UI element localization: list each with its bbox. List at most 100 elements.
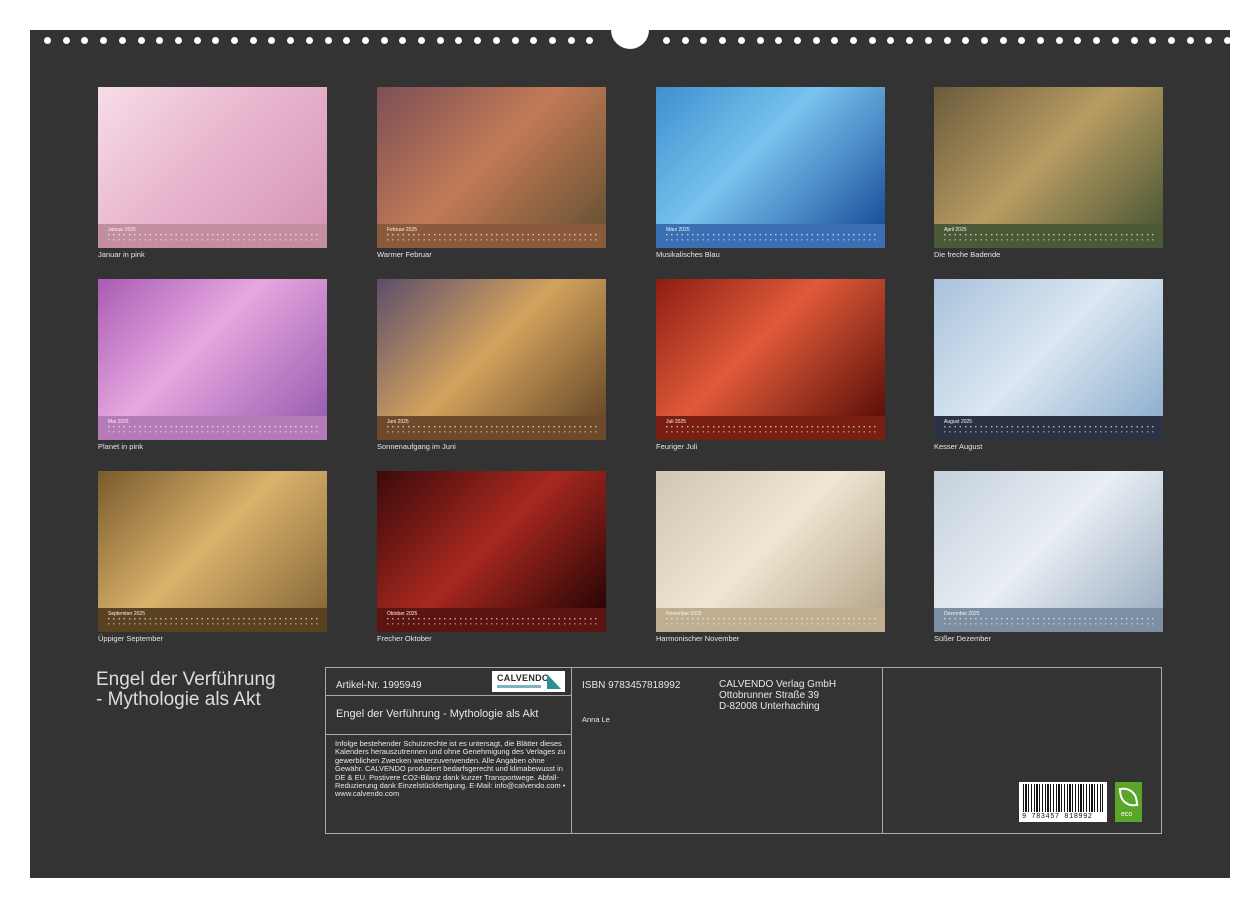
binding-hole	[681, 37, 689, 44]
binding-hole	[1111, 37, 1119, 44]
divider	[326, 695, 572, 696]
binding-hole	[118, 37, 126, 44]
binding-hole	[287, 37, 295, 44]
binding-hole	[775, 37, 783, 44]
month-caption: Warmer Februar	[377, 250, 432, 259]
month-caption: Sonnenaufgang im Juni	[377, 442, 456, 451]
binding-hole	[1130, 37, 1138, 44]
eco-label: eco	[1121, 811, 1133, 818]
month-photo	[656, 87, 885, 224]
month-thumbnail: Juli 2025 Feuriger Juli	[656, 279, 885, 451]
divider	[571, 668, 572, 833]
binding-hole	[1074, 37, 1082, 44]
binding-hole	[700, 37, 708, 44]
binding-hole	[474, 37, 482, 44]
binding-hole	[212, 37, 220, 44]
day-grid	[108, 617, 319, 628]
binding-hole	[1055, 37, 1063, 44]
binding-hole	[906, 37, 914, 44]
day-grid	[387, 425, 598, 436]
binding-hole	[361, 37, 369, 44]
binding-hole	[1186, 37, 1194, 44]
month-photo	[656, 471, 885, 608]
month-calendar-strip: Februar 2025	[377, 224, 606, 248]
month-photo	[934, 87, 1163, 224]
month-calendar-strip: Oktober 2025	[377, 608, 606, 632]
month-caption: Planet in pink	[98, 442, 144, 451]
binding-hole	[1224, 37, 1231, 44]
month-thumbnail: November 2025 Harmonischer November	[656, 471, 885, 643]
day-grid	[666, 233, 877, 244]
binding-hole	[380, 37, 388, 44]
binding-hole	[455, 37, 463, 44]
binding-hole	[1018, 37, 1026, 44]
eco-badge: eco	[1115, 782, 1142, 822]
publisher-street: Ottobrunner Straße 39	[719, 690, 820, 701]
binding-hole	[868, 37, 876, 44]
month-caption: Die freche Badende	[934, 250, 1001, 259]
month-photo	[377, 87, 606, 224]
binding-hole	[1149, 37, 1157, 44]
publisher-city: D-82008 Unterhaching	[719, 701, 820, 712]
binding-hole	[156, 37, 164, 44]
barcode-number: 9 783457 818992	[1022, 813, 1093, 821]
binding-hole	[1037, 37, 1044, 44]
month-thumbnail: August 2025 Kesser August	[934, 279, 1163, 451]
binding-hole	[924, 37, 932, 44]
month-calendar-strip: April 2025	[934, 224, 1163, 248]
binding-hole	[343, 37, 351, 44]
title-line-1: Engel der Verführung	[96, 669, 276, 690]
month-photo	[934, 471, 1163, 608]
month-thumbnail: Oktober 2025 Frecher Oktober	[377, 471, 606, 643]
month-calendar-strip: August 2025	[934, 416, 1163, 440]
divider	[882, 668, 883, 833]
binding-hole	[586, 37, 594, 44]
binding-hole	[737, 37, 745, 44]
month-caption: Januar in pink	[98, 250, 145, 259]
month-photo	[934, 279, 1163, 416]
month-photo	[377, 279, 606, 416]
month-photo	[98, 471, 327, 608]
divider	[326, 734, 572, 735]
month-thumbnail: Juni 2025 Sonnenaufgang im Juni	[377, 279, 606, 451]
binding-hole	[1093, 37, 1101, 44]
binding-hole	[174, 37, 182, 44]
month-caption: Feuriger Juli	[656, 442, 698, 451]
binding-hole	[305, 37, 313, 44]
isbn: ISBN 9783457818992	[582, 680, 681, 691]
binding-hole	[887, 37, 895, 44]
author-name: Anna Le	[582, 715, 610, 724]
calendar-title: Engel der Verführung - Mythologie als Ak…	[96, 670, 336, 710]
publisher-address: CALVENDO Verlag GmbH Ottobrunner Straße …	[719, 679, 836, 712]
month-thumbnail: Dezember 2025 Süßer Dezember	[934, 471, 1163, 643]
month-calendar-strip: September 2025	[98, 608, 327, 632]
day-grid	[387, 233, 598, 244]
binding-hole	[193, 37, 201, 44]
month-caption: Frecher Oktober	[377, 634, 432, 643]
day-grid	[387, 617, 598, 628]
binding-hole	[812, 37, 820, 44]
month-caption: Harmonischer November	[656, 634, 740, 643]
month-calendar-strip: Juli 2025	[656, 416, 885, 440]
month-thumbnail: September 2025 Üppiger September	[98, 471, 327, 643]
month-thumbnail: Januar 2025 Januar in pink	[98, 87, 327, 259]
month-thumbnail: März 2025 Musikalisches Blau	[656, 87, 885, 259]
day-grid	[666, 425, 877, 436]
logo-wordmark: CALVENDO	[497, 673, 550, 683]
info-panel: Artikel-Nr. 1995949 CALVENDO Engel der V…	[325, 667, 1162, 834]
month-thumbnail: Februar 2025 Warmer Februar	[377, 87, 606, 259]
day-grid	[108, 233, 319, 244]
title-line-2: - Mythologie als Akt	[96, 689, 261, 710]
month-caption: Musikalisches Blau	[656, 250, 720, 259]
product-title: Engel der Verführung - Mythologie als Ak…	[336, 708, 539, 720]
month-caption: Süßer Dezember	[934, 634, 992, 643]
month-thumbnail: Mai 2025 Planet in pink	[98, 279, 327, 451]
binding-hole	[756, 37, 764, 44]
binding-hole	[100, 37, 108, 44]
binding-hole	[399, 37, 407, 44]
publisher-name: CALVENDO Verlag GmbH	[719, 679, 837, 690]
binding-hole	[324, 37, 332, 44]
binding-hole	[793, 37, 801, 44]
binding-hole	[831, 37, 839, 44]
binding-hole	[943, 37, 951, 44]
